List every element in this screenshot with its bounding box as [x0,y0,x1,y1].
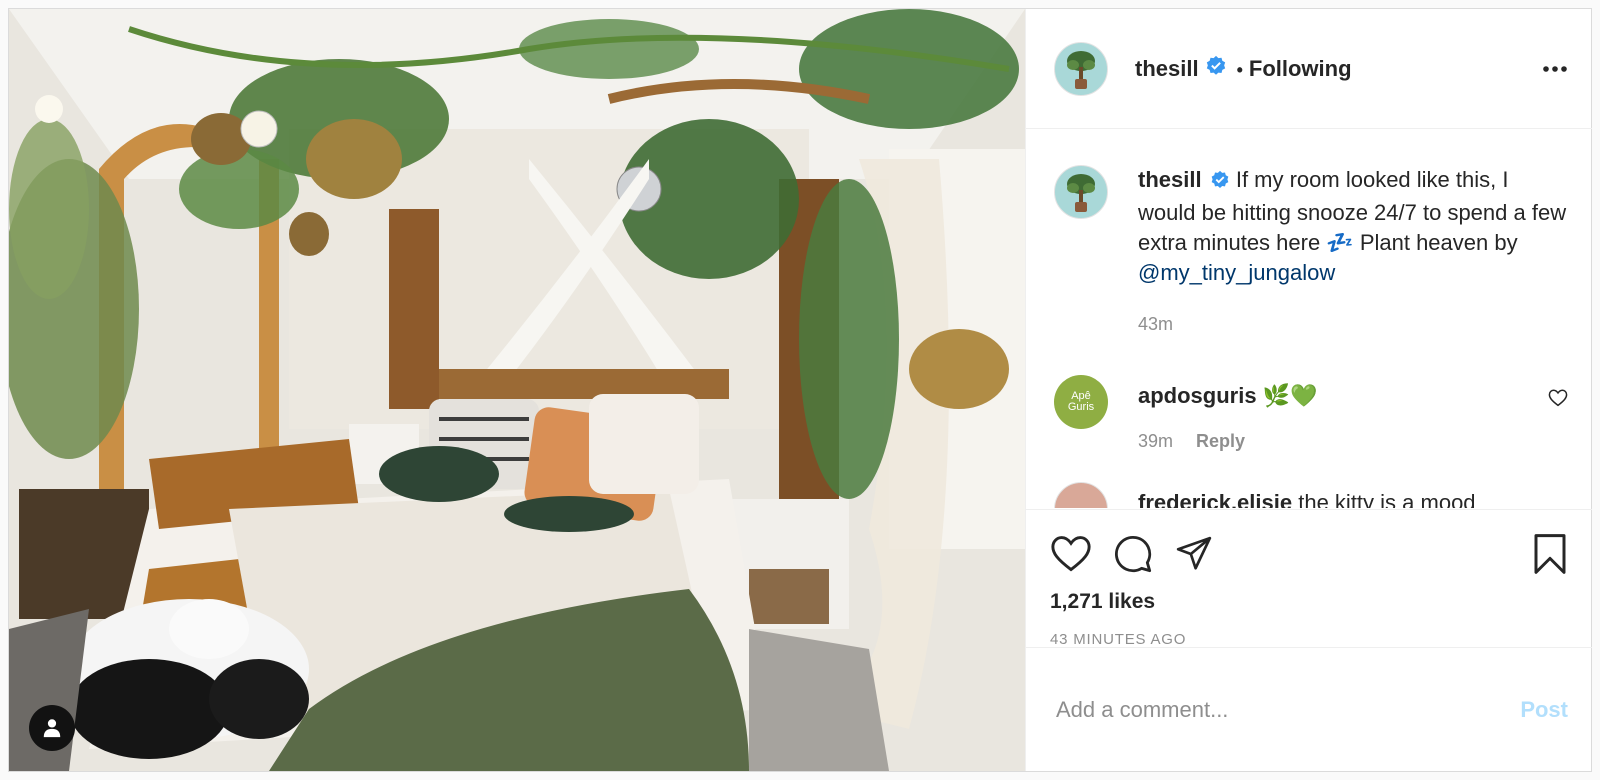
caption-username[interactable]: thesill [1138,167,1202,192]
caption-body: If my room looked like this, I would be … [1138,167,1567,255]
likes-count[interactable]: 1,271 likes [1050,590,1568,614]
caption-text: thesill If my room looked like this, I w… [1138,165,1568,288]
paper-plane-icon [1176,536,1212,570]
bedroom-photo [9,9,1025,771]
post-header: thesill • Following [1026,9,1592,129]
comment-body: the kitty is a mood [1298,490,1476,508]
author-avatar[interactable] [1054,41,1108,96]
caption: thesill If my room looked like this, I w… [1054,165,1568,335]
bookmark-icon [1534,534,1566,574]
more-options-button[interactable] [1542,65,1568,73]
caption-author-avatar[interactable] [1054,165,1108,219]
comment-username[interactable]: frederick.elisie [1138,490,1292,508]
more-dots-icon [1543,65,1567,72]
add-comment-bar: Post [1026,647,1592,771]
comment-input[interactable] [1054,695,1521,724]
verified-badge-icon [1205,55,1227,82]
user-tag-button[interactable] [29,705,75,751]
action-icons [1050,532,1568,576]
comment-body: 🌿💚 [1262,383,1318,408]
share-button[interactable] [1174,535,1214,573]
post-details-panel: thesill • Following thesill If my room l… [1025,9,1592,771]
comments-list[interactable]: thesill If my room looked like this, I w… [1026,129,1592,509]
comment-time[interactable]: 39m [1138,431,1173,451]
comment-text: frederick.elisie the kitty is a mood [1138,488,1568,508]
comment-item: Apê Guris apdosguris 🌿💚 39m Reply [1054,375,1568,452]
heart-icon [1051,536,1091,572]
plant-avatar-icon [1067,174,1095,212]
comment-text: apdosguris 🌿💚 [1138,381,1548,411]
heart-icon [1548,389,1568,407]
commenter-avatar[interactable]: Apê Guris [1054,375,1108,429]
post-timestamp[interactable]: 43 MINUTES AGO [1050,631,1568,648]
comment-button[interactable] [1112,534,1154,574]
like-button[interactable] [1050,535,1092,573]
separator-dot: • [1236,59,1243,80]
comment-like-button[interactable] [1548,389,1568,412]
post-comment-button[interactable]: Post [1520,697,1568,723]
post-actions: 1,271 likes 43 MINUTES AGO [1026,509,1592,648]
verified-badge-icon [1210,168,1230,198]
post-photo[interactable] [9,9,1025,771]
comment-icon [1115,536,1152,573]
user-tag-icon [43,719,61,738]
post-modal: thesill • Following thesill If my room l… [8,8,1592,772]
author-username[interactable]: thesill [1135,56,1199,82]
comment-meta: 39m Reply [1138,431,1548,452]
reply-button[interactable]: Reply [1196,431,1245,451]
comment-username[interactable]: apdosguris [1138,383,1257,408]
caption-time[interactable]: 43m [1138,314,1173,334]
caption-meta: 43m [1138,314,1568,335]
commenter-avatar[interactable] [1054,482,1108,508]
comment-item: frederick.elisie the kitty is a mood [1054,482,1568,508]
caption-mention-link[interactable]: @my_tiny_jungalow [1138,260,1335,285]
commenter-avatar-logo: Apê Guris [1067,390,1095,413]
plant-avatar-icon [1067,50,1095,89]
follow-status[interactable]: • Following [1237,56,1352,82]
following-label: Following [1248,55,1352,81]
save-button[interactable] [1532,533,1568,575]
